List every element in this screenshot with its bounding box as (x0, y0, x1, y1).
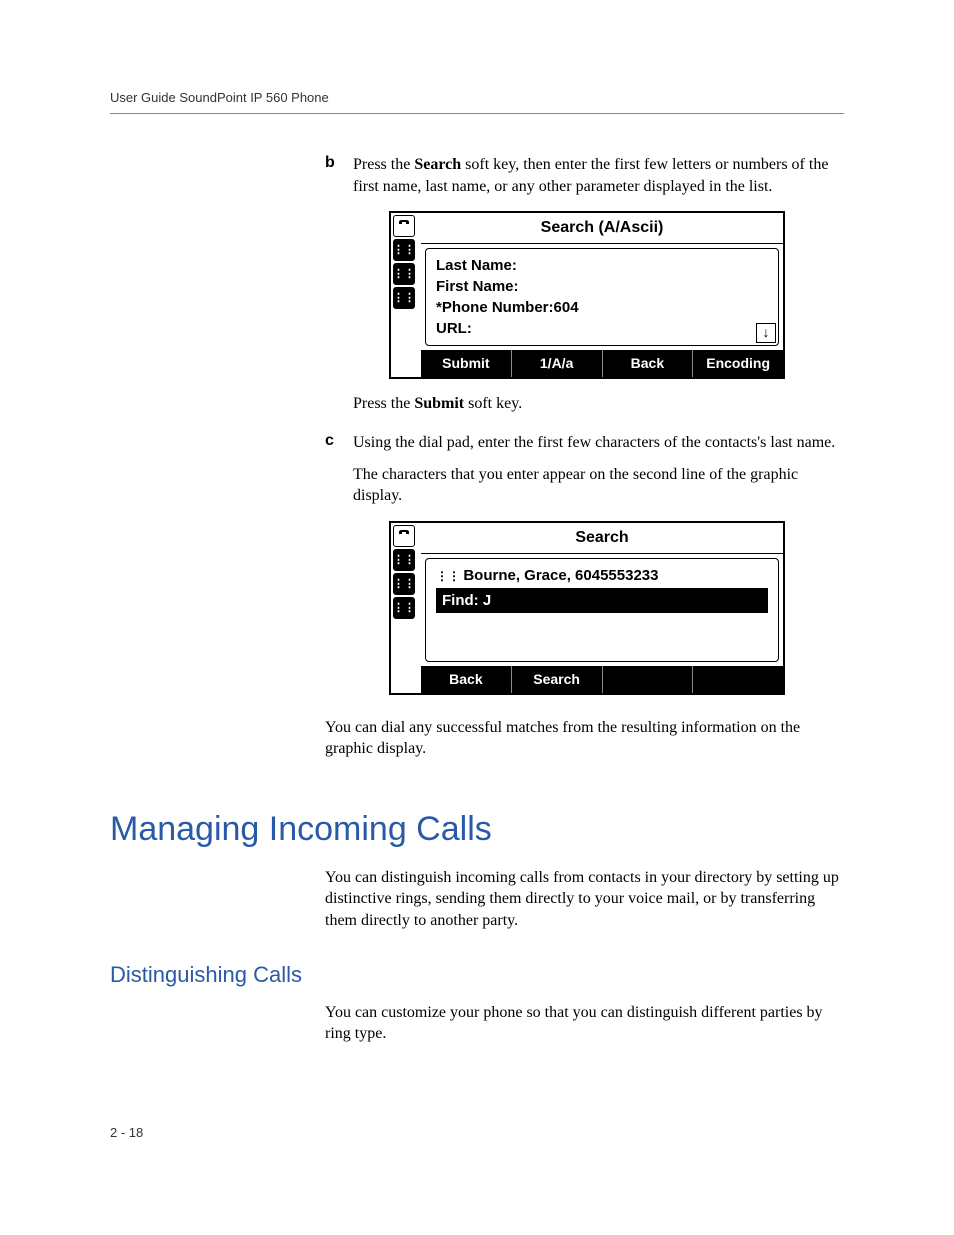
softkey-mode[interactable]: 1/A/a (512, 350, 603, 377)
search-result-entry: ⋮⋮ Bourne, Grace, 6045553233 (436, 565, 768, 586)
grid-icon: ⋮⋮ (393, 287, 415, 309)
step-c-label: c (325, 432, 353, 708)
softkey-encoding[interactable]: Encoding (693, 350, 783, 377)
grid-icon: ⋮⋮ (393, 549, 415, 571)
contact-icon: ⋮⋮ (436, 569, 463, 583)
scroll-down-icon[interactable]: ↓ (756, 323, 776, 343)
field-url: URL: (436, 318, 768, 339)
page-header: User Guide SoundPoint IP 560 Phone (110, 90, 844, 114)
field-first-name: First Name: (436, 276, 768, 297)
heading-managing-incoming-calls: Managing Incoming Calls (110, 810, 844, 849)
field-phone-number: *Phone Number:604 (436, 297, 768, 318)
field-last-name: Last Name: (436, 255, 768, 276)
grid-icon: ⋮⋮ (393, 263, 415, 285)
screen1-softkeys: Submit 1/A/a Back Encoding (421, 350, 783, 377)
after-screen2-text: You can dial any successful matches from… (325, 717, 844, 760)
find-input-line[interactable]: Find: J (436, 588, 768, 613)
para-distinguishing: You can customize your phone so that you… (325, 1002, 844, 1045)
step-c-text1: Using the dial pad, enter the first few … (353, 432, 844, 454)
step-c-text2: The characters that you enter appear on … (353, 464, 844, 507)
para-managing-incoming: You can distinguish incoming calls from … (325, 867, 844, 932)
handset-icon (393, 525, 415, 547)
screen2-softkeys: Back Search (421, 666, 783, 693)
step-c: c Using the dial pad, enter the first fe… (325, 432, 844, 708)
softkey-submit[interactable]: Submit (421, 350, 512, 377)
softkey-search[interactable]: Search (512, 666, 603, 693)
softkey-back[interactable]: Back (603, 350, 694, 377)
screen1-title: Search (A/Ascii) (421, 213, 783, 244)
screen-line-icons: ⋮⋮ ⋮⋮ ⋮⋮ (391, 523, 421, 692)
screen2-title: Search (421, 523, 783, 554)
grid-icon: ⋮⋮ (393, 573, 415, 595)
grid-icon: ⋮⋮ (393, 239, 415, 261)
heading-distinguishing-calls: Distinguishing Calls (110, 962, 844, 988)
screen2-body: ⋮⋮ Bourne, Grace, 6045553233 Find: J (425, 558, 779, 662)
grid-icon: ⋮⋮ (393, 597, 415, 619)
step-b-text: Press the Search soft key, then enter th… (353, 154, 844, 197)
phone-screen-search-results: ⋮⋮ ⋮⋮ ⋮⋮ Search ⋮⋮ Bourne, Grace, 604555… (389, 521, 785, 694)
softkey-empty (603, 666, 694, 693)
step-b-label: b (325, 154, 353, 424)
phone-screen-search-form: ⋮⋮ ⋮⋮ ⋮⋮ Search (A/Ascii) Last Name: Fir… (389, 211, 785, 378)
handset-icon (393, 215, 415, 237)
step-b: b Press the Search soft key, then enter … (325, 154, 844, 424)
softkey-empty (693, 666, 783, 693)
step-b-after: Press the Submit soft key. (353, 393, 844, 415)
page-number: 2 - 18 (110, 1125, 844, 1140)
softkey-back[interactable]: Back (421, 666, 512, 693)
screen-line-icons: ⋮⋮ ⋮⋮ ⋮⋮ (391, 213, 421, 376)
screen1-body: Last Name: First Name: *Phone Number:604… (425, 248, 779, 346)
